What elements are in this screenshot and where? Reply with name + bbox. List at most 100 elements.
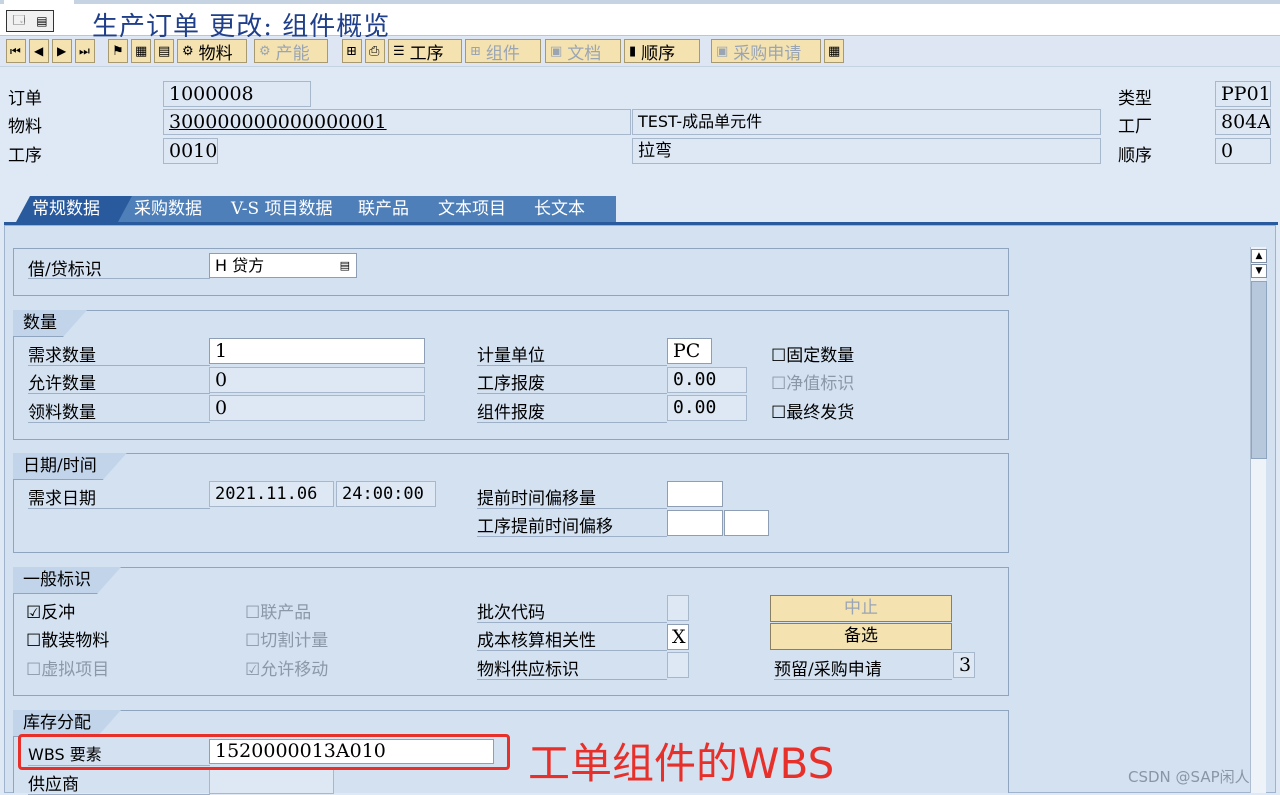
capacity-icon: ⚙: [259, 43, 271, 59]
final-issue-checkbox[interactable]: ☐最终发货: [771, 398, 854, 423]
material-button[interactable]: ⚙ 物料: [177, 39, 247, 64]
req-date-field[interactable]: 2021.11.06: [209, 481, 334, 507]
allowed-qty-label: 允许数量: [28, 369, 210, 394]
withdrawn-qty-field: 0: [209, 395, 425, 421]
plant-label: 工厂: [1118, 117, 1152, 137]
last-icon: ⏭: [79, 43, 90, 58]
material-supply-field[interactable]: [667, 652, 689, 678]
debit-credit-dropdown[interactable]: H 贷方 ▤: [209, 253, 357, 278]
bulk-material-checkbox[interactable]: ☐散装物料: [26, 626, 109, 651]
component-button-label: 组件: [485, 43, 520, 64]
scroll-down-button[interactable]: ▼: [1251, 264, 1267, 278]
allowed-qty-field: 0: [209, 367, 425, 393]
chart-icon: ▦: [135, 43, 148, 59]
quantity-group: 数量 需求数量 1 允许数量 0 领料数量 0 计量单位 PC 工序报废 0.0…: [13, 310, 1009, 440]
req-time-field[interactable]: 24:00:00: [336, 481, 436, 507]
operation-button[interactable]: ☰ 工序: [388, 39, 462, 64]
operation-button-label: 工序: [409, 43, 444, 64]
required-qty-input[interactable]: 1: [209, 338, 425, 364]
sequence-button[interactable]: ▮ 顺序: [624, 39, 700, 64]
table-button[interactable]: ▦: [824, 39, 844, 63]
net-id-checkbox: ☐净值标识: [771, 369, 854, 394]
window-tab[interactable]: [4, 0, 74, 4]
purchase-requisition-button-label: 采购申请: [733, 43, 802, 64]
document-button-label: 文档: [567, 43, 602, 64]
watermark: CSDN @SAP闲人: [1128, 768, 1250, 786]
tab-vs-item-data[interactable]: V-S 项目数据: [215, 196, 362, 222]
next-page-button[interactable]: ▶: [52, 39, 72, 63]
op-lead-offset-input[interactable]: [667, 510, 723, 536]
first-icon: ⏮: [10, 43, 21, 58]
alternative-button[interactable]: 备选: [770, 623, 952, 650]
debit-credit-group: 借/贷标识 H 贷方 ▤: [13, 248, 1009, 296]
material-field[interactable]: 300000000000000001: [163, 109, 631, 135]
component-icon: ⊞: [470, 43, 481, 59]
bulk-material-label: 散装物料: [41, 631, 110, 651]
lead-offset-label: 提前时间偏移量: [477, 484, 667, 509]
document-button: ▣ 文档: [545, 39, 621, 64]
material-button-label: 物料: [198, 43, 233, 64]
backflush-checkbox[interactable]: ☑反冲: [26, 598, 75, 623]
header-button[interactable]: ⚑: [108, 39, 128, 63]
checkbox-unchecked-icon: ☐: [771, 346, 787, 366]
prev-page-button[interactable]: ◀: [29, 39, 49, 63]
vertical-scrollbar[interactable]: ▲ ▼: [1250, 247, 1267, 793]
unit-input[interactable]: PC: [667, 338, 712, 364]
operation-field[interactable]: 0010: [163, 138, 218, 164]
checkbox-checked-icon: ☑: [245, 660, 261, 680]
order-field[interactable]: 1000008: [163, 81, 311, 107]
operation-label: 工序: [8, 146, 42, 166]
op-scrap-label: 工序报废: [477, 369, 667, 394]
session-menu-icon[interactable]: 🗔 ▤: [6, 10, 54, 32]
checkbox-checked-icon: ☑: [26, 603, 42, 623]
batch-code-field[interactable]: [667, 595, 689, 621]
lead-offset-input[interactable]: [667, 481, 723, 507]
material-supply-label: 物料供应标识: [477, 655, 667, 680]
operation-icon: ☰: [393, 43, 405, 59]
material-label: 物料: [8, 117, 42, 137]
material-icon: ⚙: [182, 43, 194, 59]
comp-scrap-label: 组件报废: [477, 398, 667, 423]
material-description: TEST-成品单元件: [632, 109, 1101, 135]
withdrawn-qty-label: 领料数量: [28, 398, 210, 423]
phantom-item-label: 虚拟项目: [41, 660, 110, 680]
general-indicators-group-title: 一般标识: [13, 567, 121, 594]
costing-relevance-input[interactable]: X: [667, 624, 689, 650]
hierarchy-button[interactable]: ⊞: [342, 39, 362, 63]
vendor-field[interactable]: [209, 768, 334, 794]
calculator-button[interactable]: ▤: [154, 39, 174, 63]
checkbox-unchecked-icon: ☐: [245, 603, 261, 623]
op-lead-offset-label: 工序提前时间偏移: [477, 512, 667, 537]
tab-long-text[interactable]: 长文本: [518, 196, 616, 222]
checkbox-unchecked-icon: ☐: [771, 374, 787, 394]
sequence-field: 0: [1215, 138, 1271, 164]
application-toolbar: ⏮ ◀ ▶ ⏭ ⚑ ▦ ▤ ⚙ 物料 ⚙ 产能 ⊞ ⎙ ☰ 工序 ⊞ 组件 ▣ 文档 ▮ 顺…: [0, 37, 1280, 67]
last-page-button[interactable]: ⏭: [75, 39, 95, 63]
arrow-up-icon: ▲: [1255, 251, 1263, 261]
sequence-icon: ▮: [629, 43, 637, 59]
annotation-text: 工单组件的WBS: [528, 739, 835, 788]
required-qty-label: 需求数量: [28, 341, 210, 366]
op-lead-offset-unit-input[interactable]: [724, 510, 769, 536]
date-time-group: 日期/时间 需求日期 2021.11.06 24:00:00 提前时间偏移量 工…: [13, 453, 1009, 553]
type-label: 类型: [1118, 89, 1152, 109]
comp-scrap-field: 0.00: [667, 395, 747, 421]
req-date-label: 需求日期: [28, 484, 210, 509]
print-button[interactable]: ⎙: [365, 39, 385, 63]
checkbox-unchecked-icon: ☐: [26, 631, 42, 651]
flag-icon: ⚑: [112, 43, 124, 59]
cutting-measure-checkbox: ☐切割计量: [245, 626, 328, 651]
sequence-label: 顺序: [1118, 146, 1152, 166]
tab-general-data[interactable]: 常规数据: [16, 196, 138, 222]
reservation-field: 3: [953, 652, 975, 678]
scroll-up-button[interactable]: ▲: [1251, 249, 1267, 263]
first-page-button[interactable]: ⏮: [6, 39, 26, 63]
unit-label: 计量单位: [477, 341, 667, 366]
reservation-label: 预留/采购申请: [774, 655, 952, 680]
graphic-button[interactable]: ▦: [131, 39, 151, 63]
allow-movement-label: 允许移动: [260, 660, 329, 680]
sequence-button-label: 顺序: [641, 43, 676, 64]
scroll-thumb[interactable]: [1251, 281, 1267, 459]
fixed-qty-checkbox[interactable]: ☐固定数量: [771, 341, 854, 366]
dropdown-icon: ▤: [339, 259, 350, 272]
